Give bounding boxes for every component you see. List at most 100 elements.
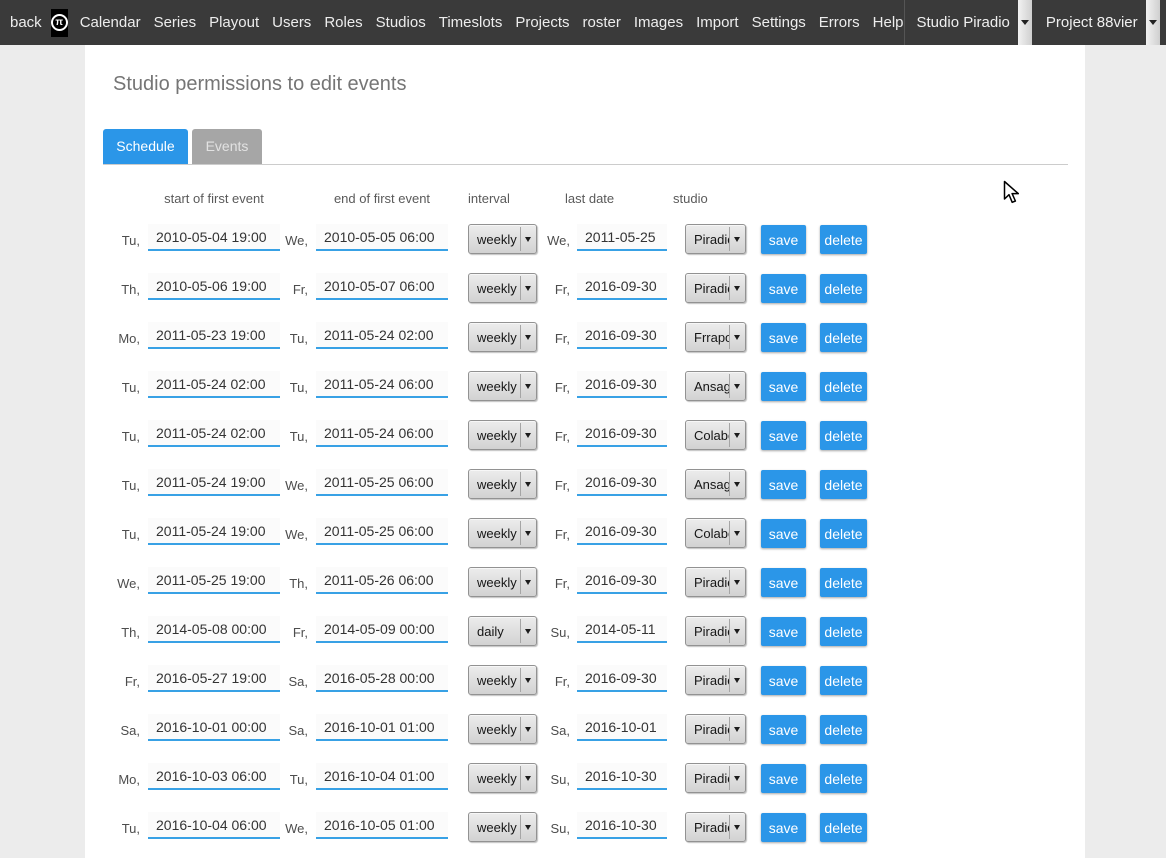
last-date-input[interactable] (577, 567, 667, 594)
nav-item-roles[interactable]: Roles (324, 14, 362, 31)
start-datetime-input[interactable] (148, 371, 280, 398)
delete-button[interactable]: delete (820, 666, 867, 695)
interval-select[interactable]: weekly (468, 224, 537, 254)
last-date-input[interactable] (577, 420, 667, 447)
nav-item-calendar[interactable]: Calendar (80, 14, 141, 31)
last-date-input[interactable] (577, 273, 667, 300)
save-button[interactable]: save (761, 372, 806, 401)
last-date-input[interactable] (577, 665, 667, 692)
delete-button[interactable]: delete (820, 225, 867, 254)
studio-select[interactable]: Frrapo (685, 322, 746, 352)
end-datetime-input[interactable] (316, 616, 448, 643)
start-datetime-input[interactable] (148, 665, 280, 692)
delete-button[interactable]: delete (820, 813, 867, 842)
nav-item-settings[interactable]: Settings (752, 14, 806, 31)
interval-select[interactable]: weekly (468, 420, 537, 450)
studio-select[interactable]: Colabo (685, 420, 746, 450)
studio-select[interactable]: Piradio (685, 273, 746, 303)
start-datetime-input[interactable] (148, 322, 280, 349)
studio-select[interactable]: Piradio (685, 812, 746, 842)
last-date-input[interactable] (577, 812, 667, 839)
save-button[interactable]: save (761, 470, 806, 499)
start-datetime-input[interactable] (148, 469, 280, 496)
nav-item-users[interactable]: Users (272, 14, 311, 31)
studio-select[interactable]: Colabo (685, 518, 746, 548)
delete-button[interactable]: delete (820, 372, 867, 401)
save-button[interactable]: save (761, 568, 806, 597)
start-datetime-input[interactable] (148, 420, 280, 447)
studio-select[interactable]: Piradio (685, 665, 746, 695)
interval-select[interactable]: weekly (468, 714, 537, 744)
last-date-input[interactable] (577, 616, 667, 643)
end-datetime-input[interactable] (316, 763, 448, 790)
last-date-input[interactable] (577, 469, 667, 496)
save-button[interactable]: save (761, 666, 806, 695)
delete-button[interactable]: delete (820, 617, 867, 646)
end-datetime-input[interactable] (316, 567, 448, 594)
nav-item-studios[interactable]: Studios (376, 14, 426, 31)
tab-schedule[interactable]: Schedule (103, 129, 188, 164)
nav-back-link[interactable]: back (10, 14, 42, 31)
tab-events[interactable]: Events (192, 129, 262, 164)
save-button[interactable]: save (761, 764, 806, 793)
start-datetime-input[interactable] (148, 616, 280, 643)
studio-select[interactable]: Piradio (685, 714, 746, 744)
studio-select[interactable]: Ansage (685, 469, 746, 499)
interval-select[interactable]: weekly (468, 763, 537, 793)
start-datetime-input[interactable] (148, 714, 280, 741)
delete-button[interactable]: delete (820, 764, 867, 793)
save-button[interactable]: save (761, 421, 806, 450)
end-datetime-input[interactable] (316, 469, 448, 496)
interval-select[interactable]: weekly (468, 665, 537, 695)
last-date-input[interactable] (577, 763, 667, 790)
start-datetime-input[interactable] (148, 224, 280, 251)
nav-item-import[interactable]: Import (696, 14, 739, 31)
delete-button[interactable]: delete (820, 519, 867, 548)
nav-item-timeslots[interactable]: Timeslots (439, 14, 503, 31)
studio-context-select[interactable]: Studio Piradio (917, 0, 1032, 45)
save-button[interactable]: save (761, 274, 806, 303)
interval-select[interactable]: weekly (468, 812, 537, 842)
last-date-input[interactable] (577, 371, 667, 398)
save-button[interactable]: save (761, 813, 806, 842)
save-button[interactable]: save (761, 323, 806, 352)
delete-button[interactable]: delete (820, 715, 867, 744)
last-date-input[interactable] (577, 714, 667, 741)
start-datetime-input[interactable] (148, 518, 280, 545)
nav-item-images[interactable]: Images (634, 14, 683, 31)
nav-item-projects[interactable]: Projects (515, 14, 569, 31)
nav-item-help[interactable]: Help (873, 14, 904, 31)
studio-select[interactable]: Piradio (685, 224, 746, 254)
start-datetime-input[interactable] (148, 567, 280, 594)
interval-select[interactable]: daily (468, 616, 537, 646)
end-datetime-input[interactable] (316, 518, 448, 545)
nav-item-roster[interactable]: roster (583, 14, 621, 31)
end-datetime-input[interactable] (316, 812, 448, 839)
last-date-input[interactable] (577, 224, 667, 251)
end-datetime-input[interactable] (316, 371, 448, 398)
studio-select[interactable]: Piradio (685, 616, 746, 646)
studio-select[interactable]: Piradio (685, 567, 746, 597)
last-date-input[interactable] (577, 322, 667, 349)
delete-button[interactable]: delete (820, 323, 867, 352)
studio-select[interactable]: Ansage (685, 371, 746, 401)
delete-button[interactable]: delete (820, 568, 867, 597)
nav-item-series[interactable]: Series (154, 14, 197, 31)
interval-select[interactable]: weekly (468, 273, 537, 303)
project-context-select[interactable]: Project 88vier (1046, 0, 1160, 45)
end-datetime-input[interactable] (316, 224, 448, 251)
save-button[interactable]: save (761, 225, 806, 254)
interval-select[interactable]: weekly (468, 469, 537, 499)
interval-select[interactable]: weekly (468, 371, 537, 401)
delete-button[interactable]: delete (820, 421, 867, 450)
interval-select[interactable]: weekly (468, 518, 537, 548)
app-logo-icon[interactable]: π (51, 9, 68, 37)
start-datetime-input[interactable] (148, 763, 280, 790)
studio-select[interactable]: Piradio (685, 763, 746, 793)
last-date-input[interactable] (577, 518, 667, 545)
end-datetime-input[interactable] (316, 273, 448, 300)
interval-select[interactable]: weekly (468, 322, 537, 352)
interval-select[interactable]: weekly (468, 567, 537, 597)
save-button[interactable]: save (761, 519, 806, 548)
save-button[interactable]: save (761, 715, 806, 744)
